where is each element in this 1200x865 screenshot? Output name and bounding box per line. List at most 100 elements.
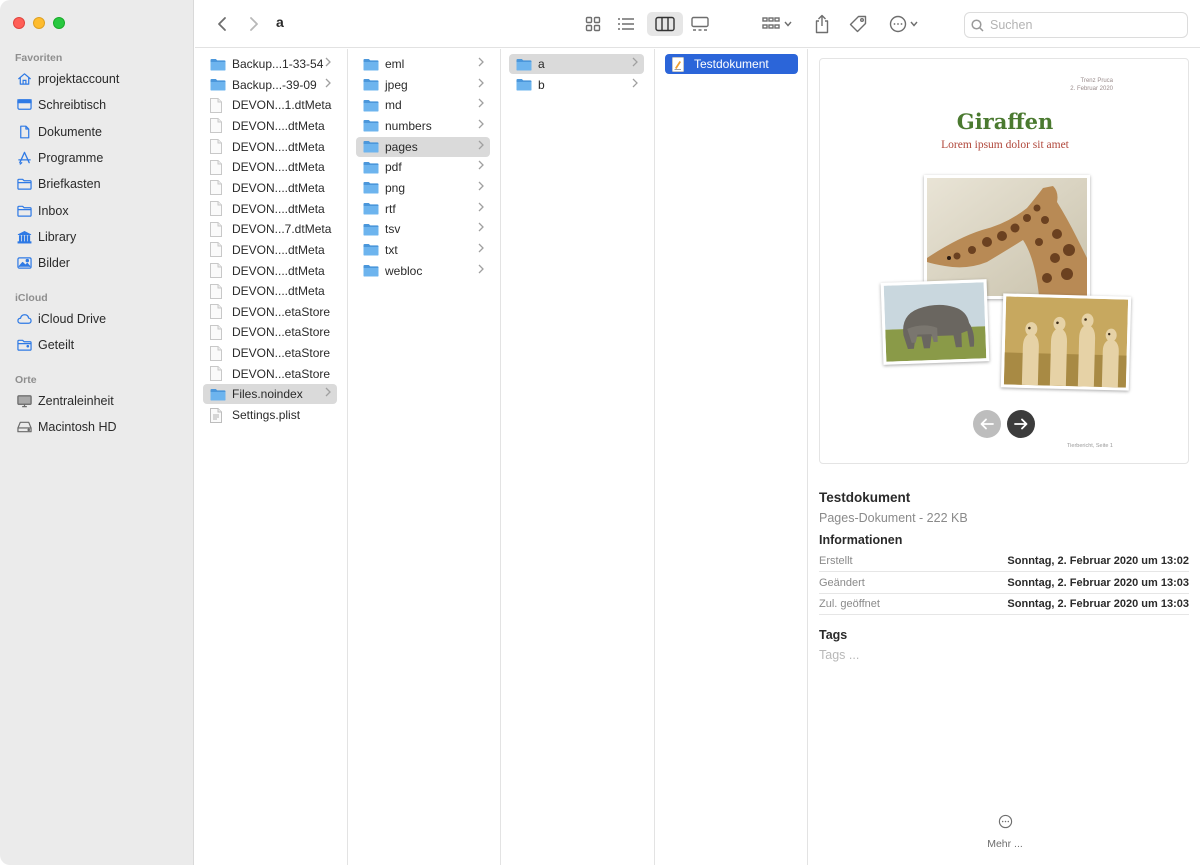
folder-item[interactable]: jpeg xyxy=(356,75,490,95)
file-item[interactable]: DEVON....dtMeta xyxy=(203,281,337,301)
sidebar-item-label: Inbox xyxy=(38,203,69,218)
sidebar-item-briefkasten[interactable]: Briefkasten xyxy=(0,171,194,197)
file-icon xyxy=(210,304,226,320)
item-label: DEVON...etaStore xyxy=(232,346,331,361)
sidebar-item-label: Macintosh HD xyxy=(38,420,117,435)
chevron-right-icon xyxy=(478,202,484,215)
folder-item[interactable]: tsv xyxy=(356,219,490,239)
sidebar-item-schreibtisch[interactable]: Schreibtisch xyxy=(0,92,194,118)
info-row: Zul. geöffnet Sonntag, 2. Februar 2020 um… xyxy=(819,594,1189,615)
chevron-right-icon xyxy=(478,140,484,153)
gallery-view-button[interactable] xyxy=(687,12,713,36)
browser-column-3: ab xyxy=(501,49,655,865)
folder-item[interactable]: rtf xyxy=(356,199,490,219)
next-page-button[interactable] xyxy=(1007,410,1035,438)
document-author: Trenz Pruca 2. Februar 2020 xyxy=(1070,77,1113,93)
sidebar-item-programme[interactable]: Programme xyxy=(0,145,194,171)
file-item[interactable]: DEVON...etaStore xyxy=(203,322,337,342)
sidebar-item-label: Library xyxy=(38,229,77,244)
sidebar-item-inbox[interactable]: Inbox xyxy=(0,197,194,223)
meerkat-photo xyxy=(1000,293,1132,391)
folder-icon xyxy=(16,204,32,218)
item-label: eml xyxy=(385,57,405,71)
list-view-button[interactable] xyxy=(613,12,639,36)
folder-item[interactable]: txt xyxy=(356,240,490,260)
item-label: Settings.plist xyxy=(232,408,301,423)
file-item[interactable]: DEVON....dtMeta xyxy=(203,240,337,260)
sidebar-item-label: projektaccount xyxy=(38,72,120,87)
folder-icon xyxy=(516,78,532,92)
grid-icon xyxy=(585,16,601,32)
chevron-right-icon xyxy=(632,57,638,70)
folder-item[interactable]: Backup...1-33-54 xyxy=(203,54,337,74)
folder-icon xyxy=(363,160,379,174)
search-field[interactable] xyxy=(964,12,1188,38)
file-item[interactable]: Settings.plist xyxy=(203,405,337,425)
file-icon xyxy=(210,221,226,237)
preview-pane: Trenz Pruca 2. Februar 2020 Giraffen Lor… xyxy=(809,49,1200,865)
search-input[interactable] xyxy=(990,18,1170,32)
icon-view-button[interactable] xyxy=(580,12,606,36)
sidebar-item-macintosh-hd[interactable]: Macintosh HD xyxy=(0,414,194,440)
file-item[interactable]: Testdokument xyxy=(665,54,798,74)
sidebar-item-geteilt[interactable]: Geteilt xyxy=(0,332,194,358)
desktop-icon xyxy=(16,98,32,112)
folder-item[interactable]: Backup...-39-09 xyxy=(203,75,337,95)
info-row: Geändert Sonntag, 2. Februar 2020 um 13:0… xyxy=(819,573,1189,594)
tags-field[interactable]: Tags ... xyxy=(819,648,859,662)
tag-button[interactable] xyxy=(845,12,871,36)
close-window-button[interactable] xyxy=(13,17,25,29)
folder-icon xyxy=(516,57,532,71)
zoom-window-button[interactable] xyxy=(53,17,65,29)
chevron-right-icon xyxy=(325,387,331,400)
file-icon xyxy=(210,118,226,134)
file-item[interactable]: DEVON....dtMeta xyxy=(203,178,337,198)
folder-item[interactable]: webloc xyxy=(356,261,490,281)
group-button[interactable] xyxy=(758,12,796,36)
file-item[interactable]: DEVON...etaStore xyxy=(203,302,337,322)
cloud-icon xyxy=(16,312,32,326)
file-item[interactable]: DEVON....dtMeta xyxy=(203,261,337,281)
file-item[interactable]: DEVON...etaStore xyxy=(203,364,337,384)
folder-item[interactable]: pages xyxy=(356,136,490,157)
minimize-window-button[interactable] xyxy=(33,17,45,29)
sidebar-item-library[interactable]: Library xyxy=(0,224,194,250)
sidebar-item-icloud-drive[interactable]: iCloud Drive xyxy=(0,306,194,332)
previous-page-button[interactable] xyxy=(973,410,1001,438)
item-label: Backup...1-33-54 xyxy=(232,57,324,71)
folder-item[interactable]: pdf xyxy=(356,157,490,177)
sidebar-item-dokumente[interactable]: Dokumente xyxy=(0,119,194,145)
file-item[interactable]: DEVON....dtMeta xyxy=(203,199,337,219)
path-title: a xyxy=(276,14,284,30)
folder-item[interactable]: numbers xyxy=(356,116,490,136)
action-menu-button[interactable] xyxy=(885,12,921,36)
sidebar-item-zentraleinheit[interactable]: Zentraleinheit xyxy=(0,388,194,414)
folder-item[interactable]: a xyxy=(509,54,644,74)
item-label: DEVON...etaStore xyxy=(232,325,331,340)
sidebar-section-title: Orte xyxy=(15,374,37,386)
folder-icon xyxy=(363,202,379,216)
sidebar-item-projektaccount[interactable]: projektaccount xyxy=(0,66,194,92)
sidebar-item-bilder[interactable]: Bilder xyxy=(0,250,194,276)
folder-item[interactable]: b xyxy=(509,75,644,95)
file-item[interactable]: DEVON...etaStore xyxy=(203,343,337,363)
browser-column-1: Backup...1-33-54 Backup...-39-09 DEVON...1… xyxy=(195,49,348,865)
more-button[interactable]: Mehr ... xyxy=(985,814,1025,850)
item-label: DEVON...etaStore xyxy=(232,304,331,319)
folder-item[interactable]: eml xyxy=(356,54,490,74)
file-item[interactable]: DEVON....dtMeta xyxy=(203,157,337,177)
back-button[interactable] xyxy=(211,12,233,36)
file-item[interactable]: DEVON....dtMeta xyxy=(203,137,337,157)
folder-icon xyxy=(363,119,379,133)
forward-button[interactable] xyxy=(243,12,265,36)
file-item[interactable]: DEVON....dtMeta xyxy=(203,116,337,136)
file-item[interactable]: DEVON...1.dtMeta xyxy=(203,95,337,115)
document-preview[interactable]: Trenz Pruca 2. Februar 2020 Giraffen Lor… xyxy=(819,58,1189,464)
folder-item[interactable]: md xyxy=(356,95,490,115)
item-label: webloc xyxy=(385,263,423,278)
folder-item[interactable]: Files.noindex xyxy=(203,384,337,405)
column-view-button[interactable] xyxy=(647,12,683,36)
file-item[interactable]: DEVON...7.dtMeta xyxy=(203,219,337,239)
folder-item[interactable]: png xyxy=(356,178,490,198)
share-button[interactable] xyxy=(809,12,835,36)
